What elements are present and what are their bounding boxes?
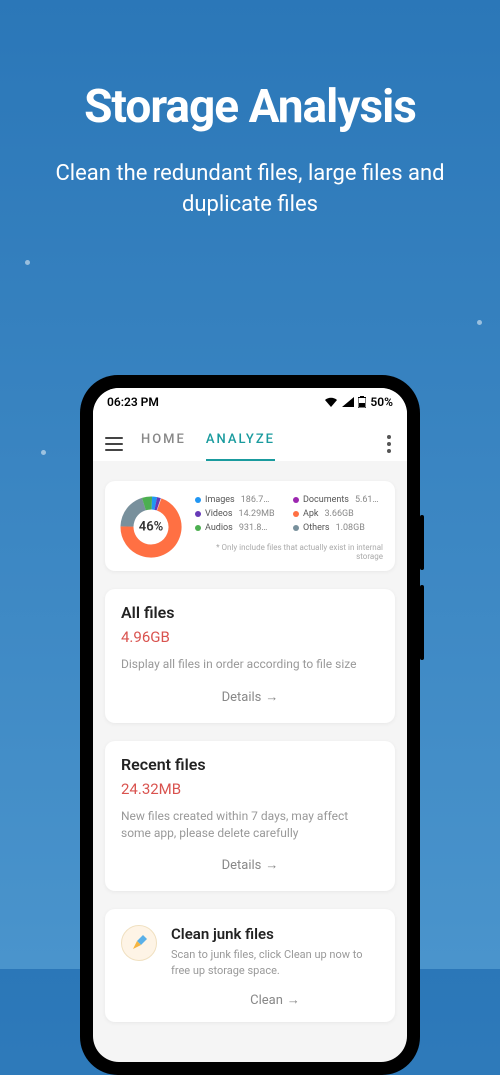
donut-chart: 46% [119, 495, 183, 559]
tab-bar: HOME ANALYZE [141, 426, 365, 461]
all-files-card: All files 4.96GB Display all files in or… [105, 589, 395, 723]
arrow-right-icon: → [287, 992, 300, 1008]
legend-label: Videos [205, 509, 233, 519]
recent-files-value: 24.32MB [121, 780, 379, 798]
tab-analyze[interactable]: ANALYZE [206, 426, 275, 461]
clean-junk-title: Clean junk files [171, 925, 379, 943]
legend-item: Documents 5.61MB [293, 495, 383, 505]
legend-item: Videos 14.29MB [195, 509, 285, 519]
phone-frame: 06:23 PM 50% HOME ANALYZE [80, 375, 420, 1075]
broom-icon [121, 925, 157, 961]
legend-value: 186.7… [241, 495, 270, 505]
legend-value: 5.61MB [355, 495, 383, 505]
battery-icon [358, 396, 366, 408]
legend-label: Audios [205, 523, 233, 533]
status-battery-percent: 50% [370, 395, 393, 409]
arrow-right-icon: → [265, 689, 278, 705]
legend-item: Audios 931.8… [195, 523, 285, 533]
recent-files-desc: New files created within 7 days, may aff… [121, 808, 379, 842]
legend-dot-icon [293, 511, 299, 517]
legend-label: Documents [303, 495, 349, 505]
legend-label: Images [205, 495, 235, 505]
recent-files-details-button[interactable]: Details→ [121, 853, 379, 877]
more-icon[interactable] [383, 431, 395, 457]
recent-files-card: Recent files 24.32MB New files created w… [105, 741, 395, 892]
content-area: 46% Images 186.7… Documents 5.61MB Videos 14.… [93, 461, 407, 1062]
clean-junk-desc: Scan to junk files, click Clean up now t… [171, 947, 379, 978]
menu-icon[interactable] [105, 437, 123, 451]
tab-home[interactable]: HOME [141, 426, 186, 461]
app-bar: HOME ANALYZE [93, 416, 407, 461]
promo-subtitle: Clean the redundant files, large files a… [0, 159, 500, 221]
arrow-right-icon: → [265, 857, 278, 873]
legend-value: 931.8… [239, 523, 268, 533]
all-files-title: All files [121, 603, 379, 622]
all-files-value: 4.96GB [121, 628, 379, 646]
phone-screen: 06:23 PM 50% HOME ANALYZE [93, 388, 407, 1062]
legend-value: 1.08GB [336, 523, 365, 533]
chart-footnote: * Only include files that actually exist… [195, 543, 383, 561]
legend-label: Apk [303, 509, 319, 519]
all-files-desc: Display all files in order according to … [121, 656, 379, 673]
legend-value: 14.29MB [239, 509, 275, 519]
phone-volume-button [420, 515, 424, 570]
decorative-dot [477, 320, 482, 325]
legend-dot-icon [293, 525, 299, 531]
signal-icon [342, 397, 354, 407]
legend-value: 3.66GB [325, 509, 354, 519]
status-time: 06:23 PM [107, 395, 159, 409]
legend-item: Images 186.7… [195, 495, 285, 505]
chart-legend: Images 186.7… Documents 5.61MB Videos 14.29MB… [195, 495, 383, 561]
clean-junk-card: Clean junk files Scan to junk files, cli… [105, 909, 395, 1022]
promo-title: Storage Analysis [0, 80, 500, 134]
legend-item: Apk 3.66GB [293, 509, 383, 519]
recent-files-title: Recent files [121, 755, 379, 774]
phone-power-button [420, 585, 424, 660]
donut-percent-label: 46% [139, 520, 163, 535]
storage-chart-card: 46% Images 186.7… Documents 5.61MB Videos 14.… [105, 481, 395, 571]
legend-dot-icon [195, 497, 201, 503]
legend-label: Others [303, 523, 330, 533]
decorative-dot [41, 450, 46, 455]
legend-dot-icon [195, 525, 201, 531]
legend-dot-icon [293, 497, 299, 503]
wifi-icon [324, 397, 338, 407]
status-bar: 06:23 PM 50% [93, 388, 407, 416]
legend-dot-icon [195, 511, 201, 517]
legend-item: Others 1.08GB [293, 523, 383, 533]
clean-junk-button[interactable]: Clean→ [171, 988, 379, 1012]
decorative-dot [25, 260, 30, 265]
all-files-details-button[interactable]: Details→ [121, 685, 379, 709]
